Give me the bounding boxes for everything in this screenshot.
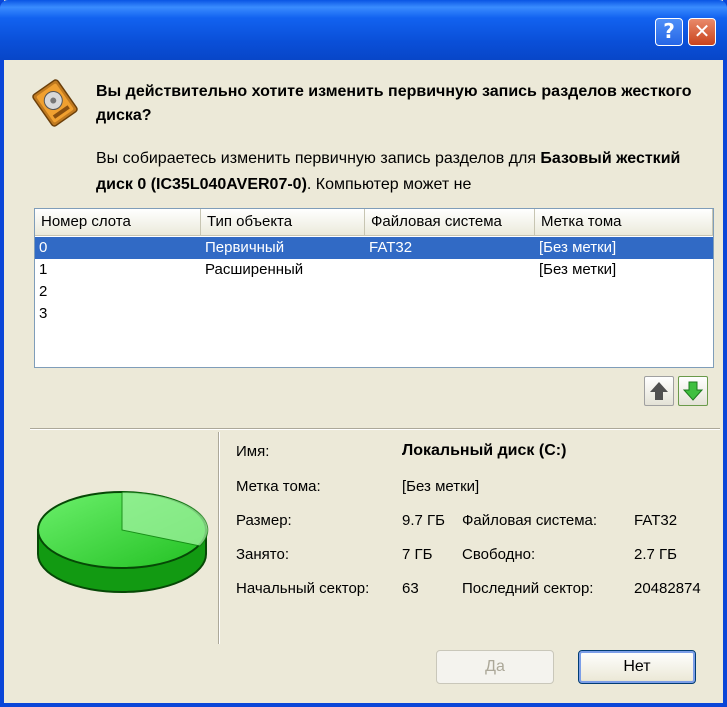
arrow-up-icon [650,382,668,400]
end-sector-label: Последний сектор: [462,580,594,597]
cell-slot: 1 [39,261,48,278]
disk-usage-pie-icon [37,491,209,593]
cell-slot: 0 [39,239,48,256]
volume-label-label: Метка тома: [236,478,321,495]
cell-fs: FAT32 [369,239,413,256]
description-suffix: . Компьютер может не [306,176,472,193]
cell-slot: 3 [39,305,48,322]
cell-type: Расширенный [205,261,304,278]
column-header-fs[interactable]: Файловая система [365,209,535,235]
yes-button[interactable]: Да [436,650,554,684]
column-header-label[interactable]: Метка тома [535,209,713,235]
fs-label: Файловая система: [462,512,598,529]
fs-value: FAT32 [634,512,678,529]
move-down-button[interactable] [678,376,708,406]
table-header: Номер слота Тип объекта Файловая система… [35,209,713,236]
vertical-divider [218,432,220,644]
table-row[interactable]: 2 [35,281,713,303]
volume-label-value: [Без метки] [402,478,480,495]
end-sector-value: 20482874 [634,580,701,597]
size-value: 9.7 ГБ [402,512,445,529]
title-bar[interactable]: ? ✕ [0,0,727,60]
help-button[interactable]: ? [655,18,683,46]
table-row[interactable]: 0 Первичный FAT32 [Без метки] [35,237,713,259]
partition-table[interactable]: Номер слота Тип объекта Файловая система… [34,208,714,368]
name-label: Имя: [236,443,270,460]
column-header-type[interactable]: Тип объекта [201,209,365,235]
question-text: Вы действительно хотите изменить первичн… [96,83,692,124]
cell-slot: 2 [39,283,48,300]
table-row[interactable]: 3 [35,303,713,325]
size-label: Размер: [236,512,292,529]
cell-label: [Без метки] [539,239,617,256]
used-label: Занято: [236,546,290,563]
horizontal-divider [30,428,720,430]
cell-label: [Без метки] [539,261,617,278]
disk-warning-icon [32,79,78,127]
description-prefix: Вы собираетесь изменить первичную запись… [96,150,541,167]
dialog-content: Вы действительно хотите изменить первичн… [4,60,723,703]
start-sector-label: Начальный сектор: [236,580,370,597]
name-value: Локальный диск (C:) [402,442,567,459]
free-label: Свободно: [462,546,536,563]
used-value: 7 ГБ [402,546,433,563]
description-text: Вы собираетесь изменить первичную запись… [96,146,696,198]
move-up-button[interactable] [644,376,674,406]
confirm-dialog: ? ✕ Вы действительно хотите изменить пер… [0,0,727,707]
arrow-down-icon [682,381,704,401]
column-header-slot[interactable]: Номер слота [35,209,201,235]
cell-type: Первичный [205,239,285,256]
close-button[interactable]: ✕ [688,18,716,46]
start-sector-value: 63 [402,580,419,597]
free-value: 2.7 ГБ [634,546,677,563]
no-button[interactable]: Нет [578,650,696,684]
table-row[interactable]: 1 Расширенный [Без метки] [35,259,713,281]
